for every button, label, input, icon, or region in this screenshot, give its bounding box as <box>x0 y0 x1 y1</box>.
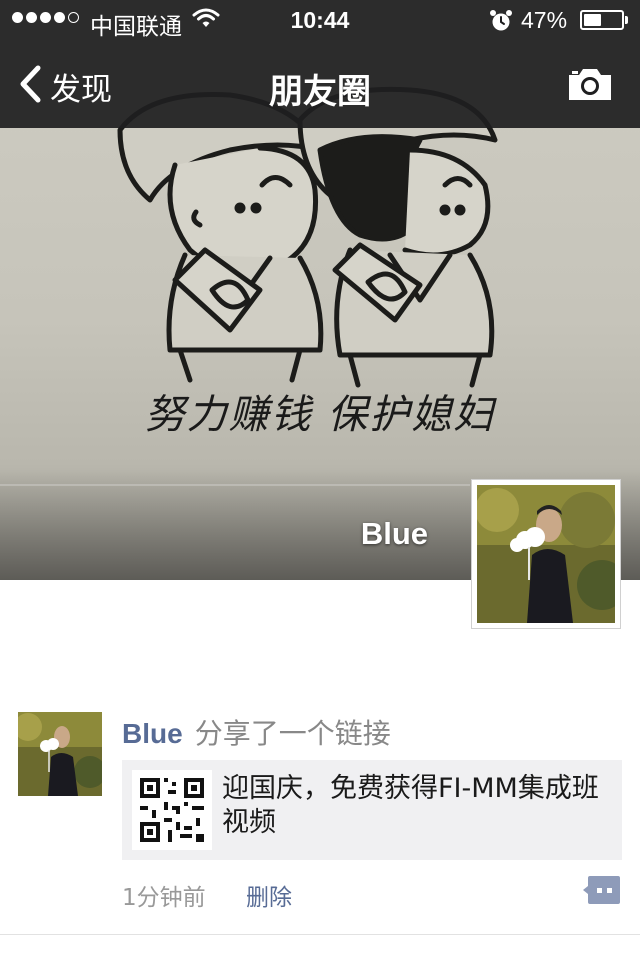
navigation-bar: 发现 朋友圈 <box>0 40 640 128</box>
link-thumbnail <box>132 770 212 850</box>
comment-icon <box>582 876 622 910</box>
link-title: 迎国庆，免费获得FI-MM集成班视频 <box>222 773 599 838</box>
moments-screen: 努力赚钱 保护媳妇 Blue 中国联通 10:44 47% 发现 朋友圈 Blu… <box>0 0 640 960</box>
camera-icon <box>566 69 614 106</box>
post-timestamp: 1分钟前 <box>122 885 206 911</box>
battery-icon <box>580 10 624 30</box>
alarm-icon <box>489 9 513 39</box>
post-header: Blue 分享了一个链接 <box>122 712 391 752</box>
camera-button[interactable] <box>566 66 614 107</box>
shared-link-card[interactable]: 迎国庆，免费获得FI-MM集成班视频 <box>122 760 622 860</box>
post-action-text: 分享了一个链接 <box>194 717 391 750</box>
battery-percent: 47% <box>521 7 568 33</box>
cover-caption: 努力赚钱 保护媳妇 <box>144 392 496 438</box>
post-user-name[interactable]: Blue <box>122 718 183 749</box>
status-bar: 中国联通 10:44 47% <box>0 0 640 40</box>
cover-user-name: Blue <box>360 516 428 551</box>
profile-avatar[interactable] <box>471 479 627 629</box>
post-avatar-photo <box>18 712 102 796</box>
qr-code-icon <box>132 770 212 850</box>
battery-level <box>584 14 601 26</box>
post-divider <box>0 934 640 935</box>
delete-post-button[interactable]: 删除 <box>246 878 292 912</box>
post-avatar[interactable] <box>18 712 102 796</box>
page-title: 朋友圈 <box>269 73 371 111</box>
comment-button[interactable] <box>582 874 622 906</box>
battery-tip <box>625 16 628 24</box>
profile-photo <box>475 485 627 623</box>
